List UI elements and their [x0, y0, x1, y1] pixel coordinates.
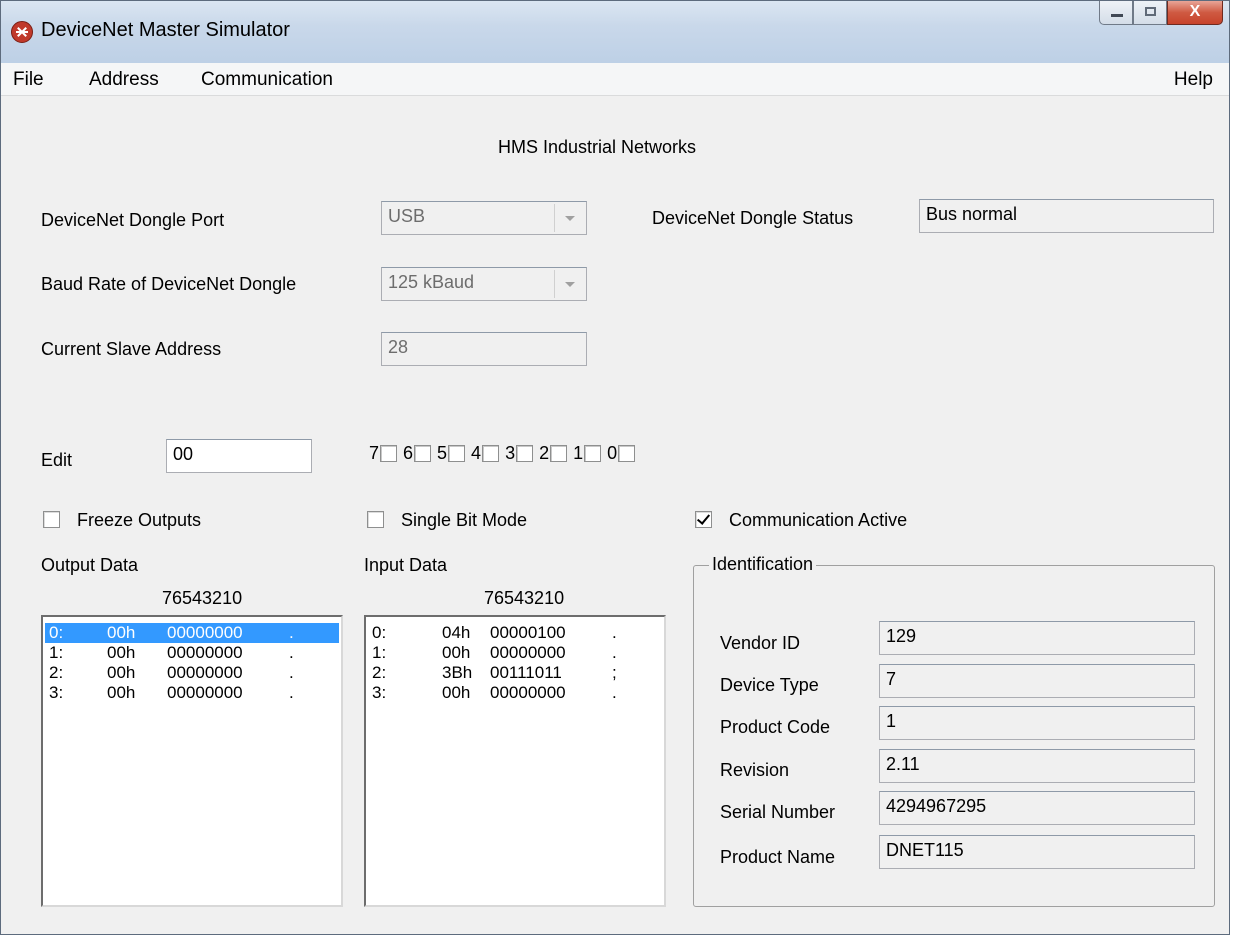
product-code-label: Product Code — [720, 717, 831, 737]
bit-checkboxes: 7 6 5 4 3 2 1 0 — [369, 443, 641, 464]
edit-value: 00 — [173, 444, 194, 464]
bit-5-checkbox[interactable] — [448, 445, 466, 462]
bit-4[interactable]: 4 — [471, 443, 500, 464]
window-title: DeviceNet Master Simulator — [41, 19, 290, 41]
menu-help[interactable]: Help — [1174, 69, 1213, 91]
bit-6[interactable]: 6 — [403, 443, 432, 464]
maximize-icon — [1145, 7, 1156, 16]
output-bit-header: 76543210 — [162, 588, 243, 608]
bit-5[interactable]: 5 — [437, 443, 466, 464]
close-icon: X — [1189, 3, 1201, 20]
bit-2[interactable]: 2 — [539, 443, 568, 464]
product-name-label: Product Name — [720, 847, 836, 867]
bit-0-checkbox[interactable] — [618, 445, 636, 462]
app-logo-icon — [11, 21, 33, 43]
dongle-status-field: Bus normal — [919, 199, 1214, 233]
communication-active-checkbox[interactable] — [695, 511, 712, 528]
dongle-port-combo[interactable]: USB — [381, 201, 587, 235]
slave-address-value: 28 — [388, 337, 409, 357]
list-item[interactable]: 2: 00h 00000000 . — [45, 663, 339, 683]
dongle-status-value: Bus normal — [926, 204, 1018, 224]
serial-number-field: 4294967295 — [879, 791, 1195, 825]
bit-7[interactable]: 7 — [369, 443, 398, 464]
serial-number-label: Serial Number — [720, 802, 836, 822]
maximize-button[interactable] — [1133, 1, 1167, 25]
product-code-field: 1 — [879, 706, 1195, 740]
vendor-id-label: Vendor ID — [720, 633, 801, 653]
revision-field: 2.11 — [879, 749, 1195, 783]
list-item[interactable]: 3: 00h 00000000 . — [368, 683, 662, 703]
main-window: DeviceNet Master Simulator X File Addres… — [0, 0, 1230, 935]
freeze-outputs-checkbox[interactable] — [43, 511, 60, 528]
dongle-status-label: DeviceNet Dongle Status — [652, 208, 854, 228]
list-item[interactable]: 0: 04h 00000100 . — [368, 623, 662, 643]
slave-address-label: Current Slave Address — [41, 339, 222, 359]
bit-3-checkbox[interactable] — [516, 445, 534, 462]
bit-3[interactable]: 3 — [505, 443, 534, 464]
title-bar[interactable]: DeviceNet Master Simulator X — [1, 1, 1229, 63]
menu-address[interactable]: Address — [89, 69, 159, 91]
baud-rate-value: 125 kBaud — [388, 272, 475, 292]
list-item[interactable]: 2: 3Bh 00111011 ; — [368, 663, 662, 683]
input-data-label: Input Data — [364, 555, 448, 575]
chevron-down-icon[interactable] — [554, 270, 584, 298]
dongle-port-value: USB — [388, 206, 426, 226]
input-bit-header: 76543210 — [484, 588, 565, 608]
bit-0[interactable]: 0 — [607, 443, 636, 464]
output-data-label: Output Data — [41, 555, 139, 575]
input-data-list[interactable]: 0: 04h 00000100 . 1: 00h 00000000 . 2: 3… — [364, 615, 666, 907]
menu-bar: File Address Communication Help — [1, 63, 1229, 96]
menu-file[interactable]: File — [13, 69, 44, 91]
single-bit-mode-checkbox[interactable] — [367, 511, 384, 528]
device-type-label: Device Type — [720, 675, 819, 695]
close-button[interactable]: X — [1167, 1, 1223, 25]
single-bit-mode-label[interactable]: Single Bit Mode — [401, 510, 527, 531]
slave-address-field: 28 — [381, 332, 587, 366]
communication-active-label[interactable]: Communication Active — [729, 510, 907, 531]
bit-6-checkbox[interactable] — [414, 445, 432, 462]
product-name-field: DNET115 — [879, 835, 1195, 869]
revision-label: Revision — [720, 760, 790, 780]
identification-title: Identification — [709, 554, 817, 575]
output-data-list[interactable]: 0: 00h 00000000 . 1: 00h 00000000 . 2: 0… — [41, 615, 343, 907]
list-item[interactable]: 3: 00h 00000000 . — [45, 683, 339, 703]
vendor-id-field: 129 — [879, 621, 1195, 655]
list-item[interactable]: 1: 00h 00000000 . — [45, 643, 339, 663]
bit-2-checkbox[interactable] — [550, 445, 568, 462]
minimize-icon — [1111, 14, 1123, 17]
list-item[interactable]: 1: 00h 00000000 . — [368, 643, 662, 663]
bit-4-checkbox[interactable] — [482, 445, 500, 462]
freeze-outputs-label[interactable]: Freeze Outputs — [77, 510, 201, 531]
window-controls: X — [1099, 1, 1223, 29]
baud-rate-combo[interactable]: 125 kBaud — [381, 267, 587, 301]
dongle-port-label: DeviceNet Dongle Port — [41, 210, 225, 230]
edit-label: Edit — [41, 450, 73, 470]
edit-input[interactable]: 00 — [166, 439, 312, 473]
chevron-down-icon[interactable] — [554, 204, 584, 232]
company-name: HMS Industrial Networks — [498, 137, 697, 157]
device-type-field: 7 — [879, 664, 1195, 698]
minimize-button[interactable] — [1099, 1, 1133, 25]
bit-1-checkbox[interactable] — [584, 445, 602, 462]
list-item[interactable]: 0: 00h 00000000 . — [45, 623, 339, 643]
bit-1[interactable]: 1 — [573, 443, 602, 464]
bit-7-checkbox[interactable] — [380, 445, 398, 462]
menu-communication[interactable]: Communication — [201, 69, 333, 91]
baud-rate-label: Baud Rate of DeviceNet Dongle — [41, 274, 297, 294]
